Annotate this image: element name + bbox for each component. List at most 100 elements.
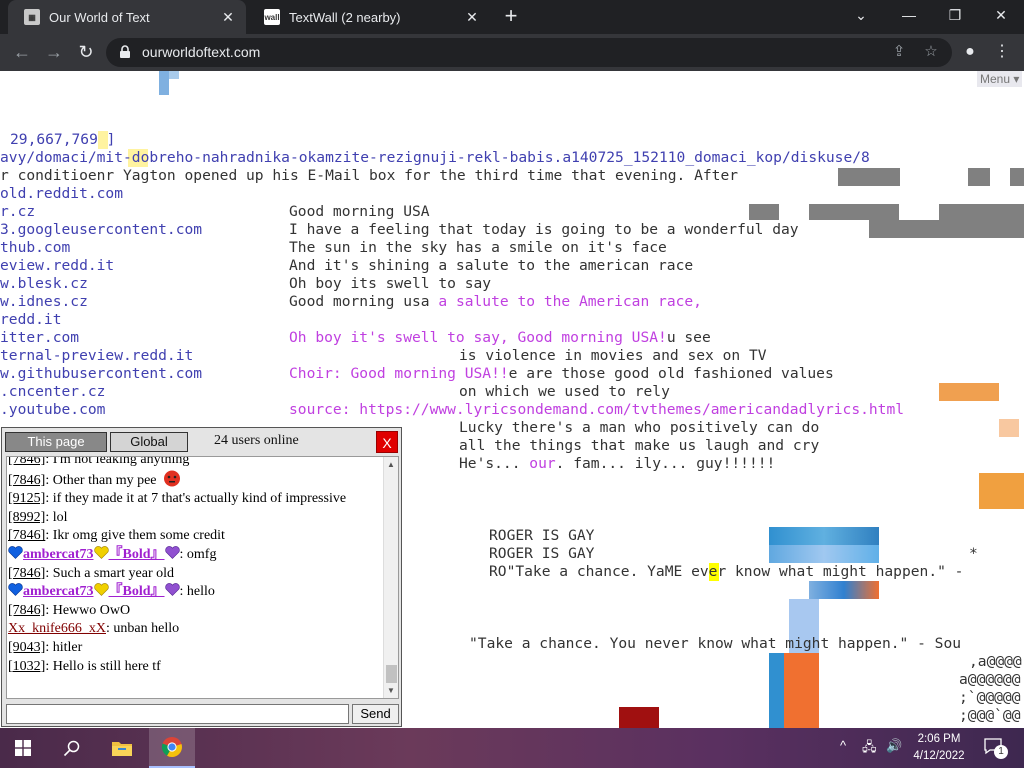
world-canvas[interactable]: Menu ▾ 29,667,769 ] avy/domaci/mit-dobre… xyxy=(0,71,1024,728)
chat-nick[interactable]: [7846] xyxy=(8,603,45,618)
address-bar[interactable]: ourworldoftext.com ⇪ ☆ xyxy=(106,38,952,67)
pixel-block xyxy=(939,204,1024,220)
chat-text: Hewwo OwO xyxy=(49,602,131,618)
show-hidden-icons-chevron-icon[interactable]: ^ xyxy=(840,738,846,753)
network-icon[interactable]: 🖧 xyxy=(862,738,877,760)
chat-message: [9125]: if they made it at 7 that's actu… xyxy=(8,491,347,507)
left-link-text: 3.googleusercontent.com xyxy=(0,221,203,238)
tab-close-icon[interactable]: ✕ xyxy=(464,9,480,25)
chat-log[interactable]: [7846]: I'm not leaking anything [7846]:… xyxy=(6,456,399,699)
url-line-text: avy/domaci/mit-dobreho-nahradnika-okamzi… xyxy=(0,149,870,166)
chat-nick[interactable]: [9043] xyxy=(8,640,45,655)
left-link-text: thub.com xyxy=(0,239,71,256)
chat-nick[interactable]: [7846] xyxy=(8,473,45,488)
volume-icon[interactable]: 🔊 xyxy=(886,738,902,754)
lyric-line: He's... our. fam... ily... guy!!!!!! xyxy=(459,455,775,473)
left-link-text: eview.redd.it xyxy=(0,257,115,274)
reload-icon[interactable]: ↻ xyxy=(74,41,98,65)
chat-nick-ambercat73[interactable]: ambercat73 『Bold』 xyxy=(23,546,180,562)
pixel-block xyxy=(838,168,900,186)
pixel-block xyxy=(769,545,879,563)
chat-nick[interactable]: [7846] xyxy=(8,566,45,581)
chat-nick[interactable]: Xx_knife666_xX xyxy=(8,621,106,636)
ascii-art-line: a@@@@@@ xyxy=(959,671,1021,688)
chat-message: [7846]: Hewwo OwO xyxy=(8,602,131,618)
left-link-text: w.blesk.cz xyxy=(0,275,88,292)
chat-scrollbar[interactable]: ▲ ▼ xyxy=(383,457,398,698)
profile-avatar-icon[interactable]: ● xyxy=(958,41,982,65)
share-icon[interactable]: ⇪ xyxy=(890,43,908,61)
window-close-icon[interactable]: ✕ xyxy=(978,0,1024,34)
tab-search-chevron-icon[interactable]: ⌄ xyxy=(838,0,884,34)
star-text: * xyxy=(969,545,978,562)
ascii-art-line: ,a@@@@ xyxy=(969,653,1022,670)
ascii-art-line: ;`@@@@@ xyxy=(959,689,1021,706)
windows-taskbar: ^ 🖧 🔊 2:06 PM 4/12/2022 1 xyxy=(0,728,1024,768)
file-explorer-icon[interactable] xyxy=(99,728,145,768)
lyric-line: I have a feeling that today is going to … xyxy=(289,221,799,238)
chat-tab-this-page[interactable]: This page xyxy=(5,432,107,452)
forward-arrow-icon[interactable]: → xyxy=(42,41,66,65)
new-tab-plus-icon[interactable]: + xyxy=(500,5,522,28)
restore-icon[interactable]: ❐ xyxy=(932,0,978,34)
chat-text: Other than my pee xyxy=(49,472,157,488)
pixel-block xyxy=(869,220,1024,238)
chat-message: [7846]: Other than my pee xyxy=(7,470,385,491)
lyric-magenta-text: Oh boy it's swell to say, Good morning U… xyxy=(289,329,667,346)
bookmark-star-icon[interactable]: ☆ xyxy=(922,43,940,61)
lyric-line: Choir: Good morning USA!!e are those goo… xyxy=(289,365,834,383)
tab-close-icon[interactable]: ✕ xyxy=(220,9,236,25)
lyric-line: Oh boy its swell to say xyxy=(289,275,492,292)
roger-line: ROGER IS GAY xyxy=(489,545,595,562)
chat-message-input[interactable] xyxy=(6,704,349,724)
angry-emoji-icon xyxy=(164,470,181,487)
windows-start-icon[interactable] xyxy=(0,728,46,768)
search-icon[interactable] xyxy=(49,728,95,768)
chat-close-button[interactable]: X xyxy=(376,431,398,453)
browser-menu-icon[interactable]: ⋮ xyxy=(990,41,1014,65)
scroll-thumb[interactable] xyxy=(386,665,397,683)
chat-nick[interactable]: [9125] xyxy=(8,491,45,506)
send-button[interactable]: Send xyxy=(352,704,399,724)
pixel-block xyxy=(159,71,169,95)
chat-text: Such a smart year old xyxy=(49,565,175,581)
quote-text: RO"Take a chance. YaME xyxy=(489,563,683,580)
lyric-magenta-text: a salute to the American race, xyxy=(429,293,702,310)
notification-center-icon[interactable]: 1 xyxy=(984,737,1008,759)
back-arrow-icon[interactable]: ← xyxy=(10,41,34,65)
owot-favicon-icon: ▦ xyxy=(24,9,40,25)
minimize-icon[interactable]: — xyxy=(886,0,932,34)
choir-magenta-text: Choir: Good morning USA!! xyxy=(289,365,509,382)
chat-message: [8992]: lol xyxy=(8,509,68,525)
chat-message: ambercat73 『Bold』: hello xyxy=(7,583,385,602)
left-link-text: w.githubusercontent.com xyxy=(0,365,203,382)
clock-date: 4/12/2022 xyxy=(913,750,965,762)
lyric-line: all the things that make us laugh and cr… xyxy=(459,437,820,454)
pixel-block xyxy=(979,473,1024,509)
taskbar-clock[interactable]: 2:06 PM 4/12/2022 xyxy=(910,731,968,765)
lyric-text: Good morning usa xyxy=(289,293,430,310)
pixel-block xyxy=(749,204,779,220)
chat-tab-global[interactable]: Global xyxy=(110,432,188,452)
chat-nick: ambercat73 xyxy=(23,584,94,600)
menu-button[interactable]: Menu ▾ xyxy=(977,71,1022,87)
chrome-taskbar-icon[interactable] xyxy=(149,728,195,768)
url-text: ourworldoftext.com xyxy=(142,44,261,60)
lyric-line: Lucky there's a man who positively can d… xyxy=(459,419,820,436)
tab-title: TextWall (2 nearby) xyxy=(289,9,401,25)
pixel-block xyxy=(999,419,1019,437)
tab-our-world-of-text[interactable]: ▦ Our World of Text ✕ xyxy=(8,0,246,34)
chat-nick[interactable]: [7846] xyxy=(8,528,45,543)
pixel-block xyxy=(1010,168,1024,186)
notification-count-badge: 1 xyxy=(994,745,1008,759)
scroll-up-arrow-icon[interactable]: ▲ xyxy=(387,460,396,469)
chat-nick[interactable]: [1032] xyxy=(8,659,45,674)
scroll-down-arrow-icon[interactable]: ▼ xyxy=(387,686,396,695)
chat-nick-ambercat73[interactable]: ambercat73 『Bold』 xyxy=(23,583,180,600)
chat-nick[interactable]: [8992] xyxy=(8,510,45,525)
browser-toolbar: ← → ↻ ourworldoftext.com ⇪ ☆ ● ⋮ xyxy=(0,34,1024,71)
lock-icon xyxy=(120,45,130,58)
tab-textwall[interactable]: wall TextWall (2 nearby) ✕ xyxy=(248,0,490,34)
chat-nick[interactable]: [7846] xyxy=(8,457,45,467)
source-line: source: https://www.lyricsondemand.com/t… xyxy=(289,401,905,418)
